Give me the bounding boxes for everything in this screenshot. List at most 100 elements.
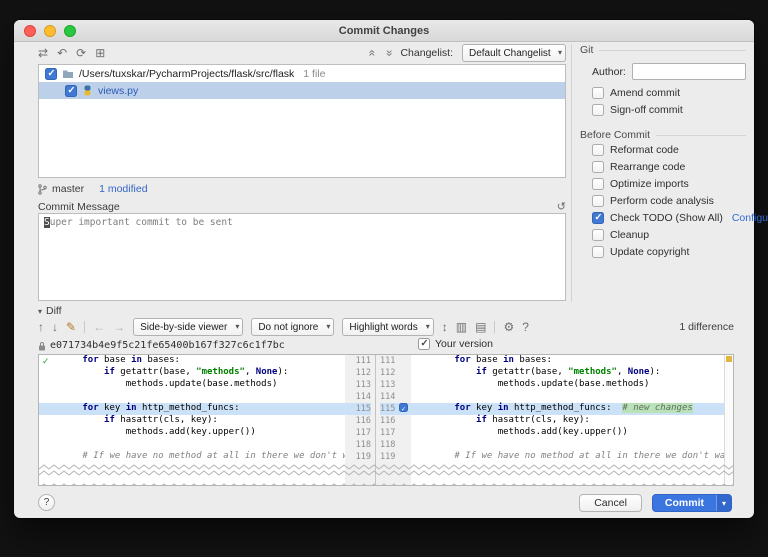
line-number-right: 112 <box>380 368 396 378</box>
diff-code-line-left[interactable]: if getattr(base, "methods", None): <box>39 367 345 379</box>
diff-code-line-right[interactable]: for key in http_method_funcs: # new chan… <box>411 403 724 415</box>
back-icon[interactable]: ← <box>93 319 105 335</box>
optimize-imports-option[interactable]: Optimize imports <box>592 175 746 192</box>
diff-right-gutter: 111 112 113 114115116 117 118 119 <box>375 355 411 485</box>
cleanup-option[interactable]: Cleanup <box>592 226 746 243</box>
diff-code-line-right[interactable] <box>411 391 724 403</box>
diff-code-line-left[interactable]: for base in bases: <box>39 355 345 367</box>
difference-count: 1 difference <box>679 321 734 333</box>
ignore-whitespace-select[interactable]: Do not ignore ▾ <box>251 318 335 336</box>
commit-button[interactable]: Commit ▾ <box>651 494 732 512</box>
branch-name: master <box>52 183 85 195</box>
option-label: Rearrange code <box>610 160 686 173</box>
toolbar-separator <box>494 321 496 333</box>
include-file-checkbox[interactable] <box>65 84 77 97</box>
refresh-icon[interactable]: ⟳ <box>76 45 86 61</box>
diff-help-icon[interactable]: ? <box>522 319 529 335</box>
diff-code-line-right[interactable]: methods.add(key.upper()) <box>411 427 724 439</box>
forward-icon[interactable]: → <box>113 319 125 335</box>
your-version-label: Your version <box>435 338 493 350</box>
diff-viewer[interactable]: ✓ for base in bases: if getattr(base, "m… <box>38 354 734 486</box>
diff-code-line-left[interactable] <box>39 439 345 451</box>
rearrange-code-option[interactable]: Rearrange code <box>592 158 746 175</box>
update-copyright-option[interactable]: Update copyright <box>592 243 746 260</box>
diff-code-line-left[interactable]: methods.add(key.upper()) <box>39 427 345 439</box>
diff-code-line-left[interactable]: if hasattr(cls, key): <box>39 415 345 427</box>
group-by-icon[interactable]: ⊞ <box>95 45 105 61</box>
reformat-code-checkbox[interactable] <box>592 143 604 156</box>
diff-code-line-right[interactable]: if getattr(base, "methods", None): <box>411 367 724 379</box>
author-input[interactable] <box>631 63 746 80</box>
viewer-mode-select[interactable]: Side-by-side viewer ▾ <box>133 318 244 336</box>
revision-row: e071734b4e9f5c21fe65400b167f327c6c1f7bc … <box>38 338 734 352</box>
configure-todo-link[interactable]: Configure <box>732 212 768 224</box>
diff-code-line-left[interactable] <box>39 391 345 403</box>
help-button[interactable]: ? <box>38 494 55 511</box>
line-number-right: 113 <box>380 380 396 390</box>
commit-button-label[interactable]: Commit <box>653 495 716 511</box>
collapse-caret-icon: ▾ <box>38 306 43 316</box>
amend-commit-checkbox[interactable] <box>592 86 604 99</box>
diff-code-line-left[interactable]: # If we have no method at all in there w… <box>39 451 345 463</box>
line-number-left: 112 <box>355 368 371 378</box>
modified-count-link[interactable]: 1 modified <box>99 183 147 195</box>
changelist-select[interactable]: Default Changelist ▾ <box>462 44 566 62</box>
diff-left-editor[interactable]: ✓ for base in bases: if getattr(base, "m… <box>39 355 345 485</box>
diff-right-editor[interactable]: for base in bases: if getattr(base, "met… <box>411 355 724 485</box>
signoff-commit-checkbox[interactable] <box>592 103 604 116</box>
signoff-commit-option[interactable]: Sign-off commit <box>592 101 746 118</box>
diff-code-line-right[interactable]: methods.update(base.methods) <box>411 379 724 391</box>
diff-code-line-left[interactable]: for key in http_method_funcs: <box>39 403 345 415</box>
error-stripe[interactable] <box>724 355 733 485</box>
tree-root-row[interactable]: /Users/tuxskar/PycharmProjects/flask/src… <box>39 65 565 82</box>
diff-code-line-right[interactable] <box>411 439 724 451</box>
rearrange-code-checkbox[interactable] <box>592 160 604 173</box>
your-version-checkbox[interactable] <box>418 338 430 350</box>
python-file-icon <box>84 85 91 96</box>
rollback-icon[interactable]: ↶ <box>57 45 67 61</box>
next-difference-icon[interactable]: ↓ <box>52 319 58 335</box>
diff-code-line-left[interactable]: methods.update(base.methods) <box>39 379 345 391</box>
section-rule <box>656 134 746 136</box>
commit-message-input[interactable]: Super important commit to be sent <box>38 213 566 301</box>
collapse-all-icon[interactable]: « <box>364 50 380 57</box>
diff-code-line-right[interactable]: if hasattr(cls, key): <box>411 415 724 427</box>
change-marker[interactable] <box>726 356 732 362</box>
diff-section-toggle[interactable]: ▾ Diff <box>38 305 62 317</box>
include-change-checkbox[interactable] <box>399 403 409 415</box>
tree-file-row-views-py[interactable]: views.py <box>39 82 565 99</box>
collapse-unchanged-icon[interactable]: ↕ <box>442 319 448 335</box>
minimize-window-button[interactable] <box>44 25 56 37</box>
cleanup-checkbox[interactable] <box>592 228 604 241</box>
cancel-button[interactable]: Cancel <box>579 494 642 512</box>
changed-files-tree[interactable]: /Users/tuxskar/PycharmProjects/flask/src… <box>38 64 566 178</box>
expand-all-icon[interactable]: « <box>380 50 396 57</box>
reformat-code-option[interactable]: Reformat code <box>592 141 746 158</box>
code-analysis-option[interactable]: Perform code analysis <box>592 192 746 209</box>
titlebar[interactable]: Commit Changes <box>14 20 754 42</box>
check-todo-checkbox[interactable] <box>592 211 604 224</box>
revision-hash: e071734b4e9f5c21fe65400b167f327c6c1f7bc <box>50 340 285 351</box>
check-todo-option[interactable]: Check TODO (Show All) Configure <box>592 209 768 226</box>
line-number-left: 119 <box>355 452 371 462</box>
include-root-checkbox[interactable] <box>45 67 57 80</box>
vcs-toolbar: ⇄ ↶ ⟳ ⊞ « « Changelist: Default Changeli… <box>38 44 566 62</box>
chevron-down-icon: ▾ <box>326 322 331 331</box>
sync-scroll-icon[interactable]: ▥ <box>456 319 467 335</box>
previous-difference-icon[interactable]: ↑ <box>38 319 44 335</box>
diff-settings-gear-icon[interactable]: ⚙ <box>503 319 514 335</box>
commit-options-arrow[interactable]: ▾ <box>716 495 731 511</box>
close-window-button[interactable] <box>24 25 36 37</box>
annotate-icon[interactable]: ▤ <box>475 319 486 335</box>
optimize-imports-checkbox[interactable] <box>592 177 604 190</box>
zoom-window-button[interactable] <box>64 25 76 37</box>
update-copyright-checkbox[interactable] <box>592 245 604 258</box>
diff-code-line-right[interactable]: # If we have no method at all in there w… <box>411 451 724 463</box>
jump-to-source-icon[interactable]: ✎ <box>66 319 76 335</box>
diff-code-line-right[interactable]: for base in bases: <box>411 355 724 367</box>
amend-commit-option[interactable]: Amend commit <box>592 84 746 101</box>
code-analysis-checkbox[interactable] <box>592 194 604 207</box>
your-version-header: Your version <box>418 338 493 350</box>
highlight-mode-select[interactable]: Highlight words ▾ <box>342 318 434 336</box>
show-diff-icon[interactable]: ⇄ <box>38 45 48 61</box>
